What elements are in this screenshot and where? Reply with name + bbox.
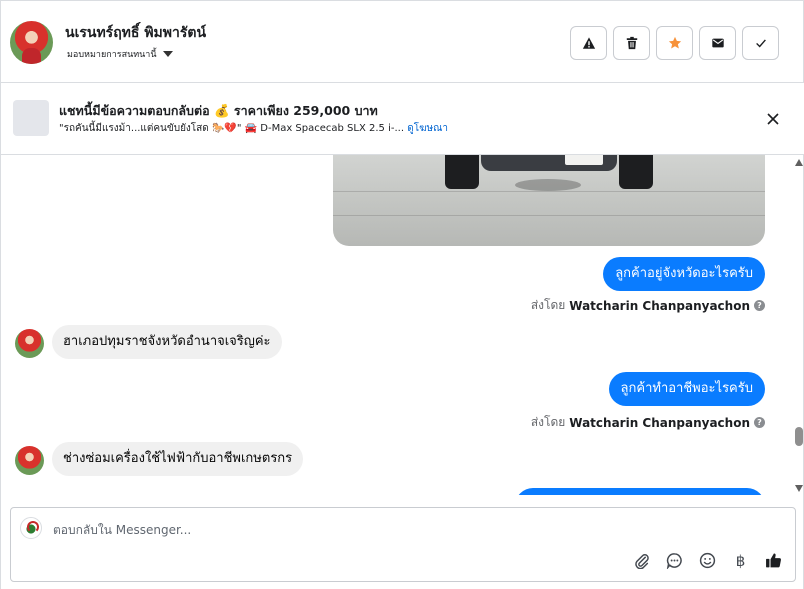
assign-conversation-dropdown[interactable]: มอบหมายการสนทนานี้ <box>67 47 173 61</box>
thread-scrollbar[interactable] <box>793 155 804 495</box>
baht-icon: ฿ <box>735 551 746 570</box>
scroll-thumb[interactable] <box>795 427 803 446</box>
scroll-down-arrow[interactable] <box>795 485 803 492</box>
attach-button[interactable] <box>632 551 651 570</box>
sent-by-prefix: ส่งโดย <box>530 415 566 429</box>
banner-subtitle: "รถคันนี้มีแรงม้า...แต่คนขับยังโสด 🐎💔" 🚘… <box>59 121 448 136</box>
trash-icon <box>626 36 637 50</box>
like-button[interactable] <box>764 551 783 570</box>
license-plate <box>565 155 603 165</box>
truck-rear <box>445 155 653 199</box>
composer-tools: ฿ <box>632 551 783 570</box>
ad-thumbnail <box>13 100 49 136</box>
header-actions <box>570 26 779 60</box>
truck-shadow <box>515 179 581 191</box>
truck-wheel <box>445 155 479 189</box>
check-icon <box>755 39 766 48</box>
paperclip-icon <box>635 554 649 569</box>
truck-bumper <box>481 155 617 171</box>
delete-button[interactable] <box>613 26 650 60</box>
emoji-icon <box>699 552 716 569</box>
mark-spam-button[interactable] <box>570 26 607 60</box>
emoji-button[interactable] <box>698 551 717 570</box>
ad-text: "รถคันนี้มีแรงม้า...แต่คนขับยังโสด 🐎💔" 🚘… <box>59 123 405 134</box>
banner-title: แชทนี้มีข้อความตอบกลับต่อ 💰 ราคาเพียง 25… <box>59 103 378 118</box>
payment-button[interactable]: ฿ <box>731 551 750 570</box>
floor-line <box>333 215 765 216</box>
info-icon[interactable]: ? <box>754 300 765 311</box>
chat-bubble-icon <box>666 553 682 569</box>
contact-avatar[interactable] <box>10 21 53 64</box>
caret-down-icon <box>162 51 173 57</box>
info-icon[interactable]: ? <box>754 417 765 428</box>
incoming-message[interactable]: ช่างซ่อมเครื่องใช้ไฟฟ้ากับอาชีพเกษตรกร <box>52 442 304 476</box>
truck-wheel <box>619 155 653 189</box>
mark-done-button[interactable] <box>742 26 779 60</box>
sender-name: Watcharin Chanpanyachon <box>569 298 750 313</box>
page-logo <box>20 517 42 539</box>
conversation-panel: นเรนทร์ฤทธิ์ พิมพารัตน์ มอบหมายการสนทนาน… <box>0 0 804 589</box>
envelope-icon <box>711 38 724 48</box>
thumbs-up-icon <box>766 553 781 568</box>
sender-name: Watcharin Chanpanyachon <box>569 415 750 430</box>
mark-unread-button[interactable] <box>699 26 736 60</box>
close-banner-button[interactable] <box>764 110 782 128</box>
star-icon <box>668 36 681 49</box>
sent-by-line: ส่งโดย Watcharin Chanpanyachon ? <box>531 413 765 432</box>
star-button[interactable] <box>656 26 693 60</box>
outgoing-message[interactable]: ลูกค้าทำอาชีพอะไรครับ <box>608 372 765 406</box>
sent-by-prefix: ส่งโดย <box>530 298 566 312</box>
contact-name[interactable]: นเรนทร์ฤทธิ์ พิมพารัตน์ <box>65 22 206 44</box>
message-thread: ลูกค้าอยู่จังหวัดอะไรครับ ส่งโดย Watchar… <box>1 155 793 495</box>
reply-composer: ฿ <box>10 507 796 582</box>
saved-replies-button[interactable] <box>665 551 684 570</box>
scroll-up-arrow[interactable] <box>795 159 803 166</box>
outgoing-message-partial[interactable] <box>515 488 765 495</box>
ad-reply-banner: แชทนี้มีข้อความตอบกลับต่อ 💰 ราคาเพียง 25… <box>1 83 804 155</box>
view-ad-link[interactable]: ดูโฆษณา <box>407 123 448 134</box>
outgoing-message[interactable]: ลูกค้าอยู่จังหวัดอะไรครับ <box>603 257 765 291</box>
incoming-message[interactable]: ฮาเภอปทุมราชจังหวัดอำนาจเจริญค่ะ <box>52 325 282 359</box>
shared-car-photo[interactable] <box>333 155 765 246</box>
reply-input[interactable] <box>53 520 653 540</box>
contact-avatar-small <box>15 329 44 358</box>
sent-by-line: ส่งโดย Watcharin Chanpanyachon ? <box>531 296 765 315</box>
close-icon <box>767 113 779 125</box>
contact-avatar-small <box>15 446 44 475</box>
warning-icon <box>582 37 595 49</box>
conversation-header: นเรนทร์ฤทธิ์ พิมพารัตน์ มอบหมายการสนทนาน… <box>1 0 804 83</box>
assign-label: มอบหมายการสนทนานี้ <box>67 50 157 60</box>
